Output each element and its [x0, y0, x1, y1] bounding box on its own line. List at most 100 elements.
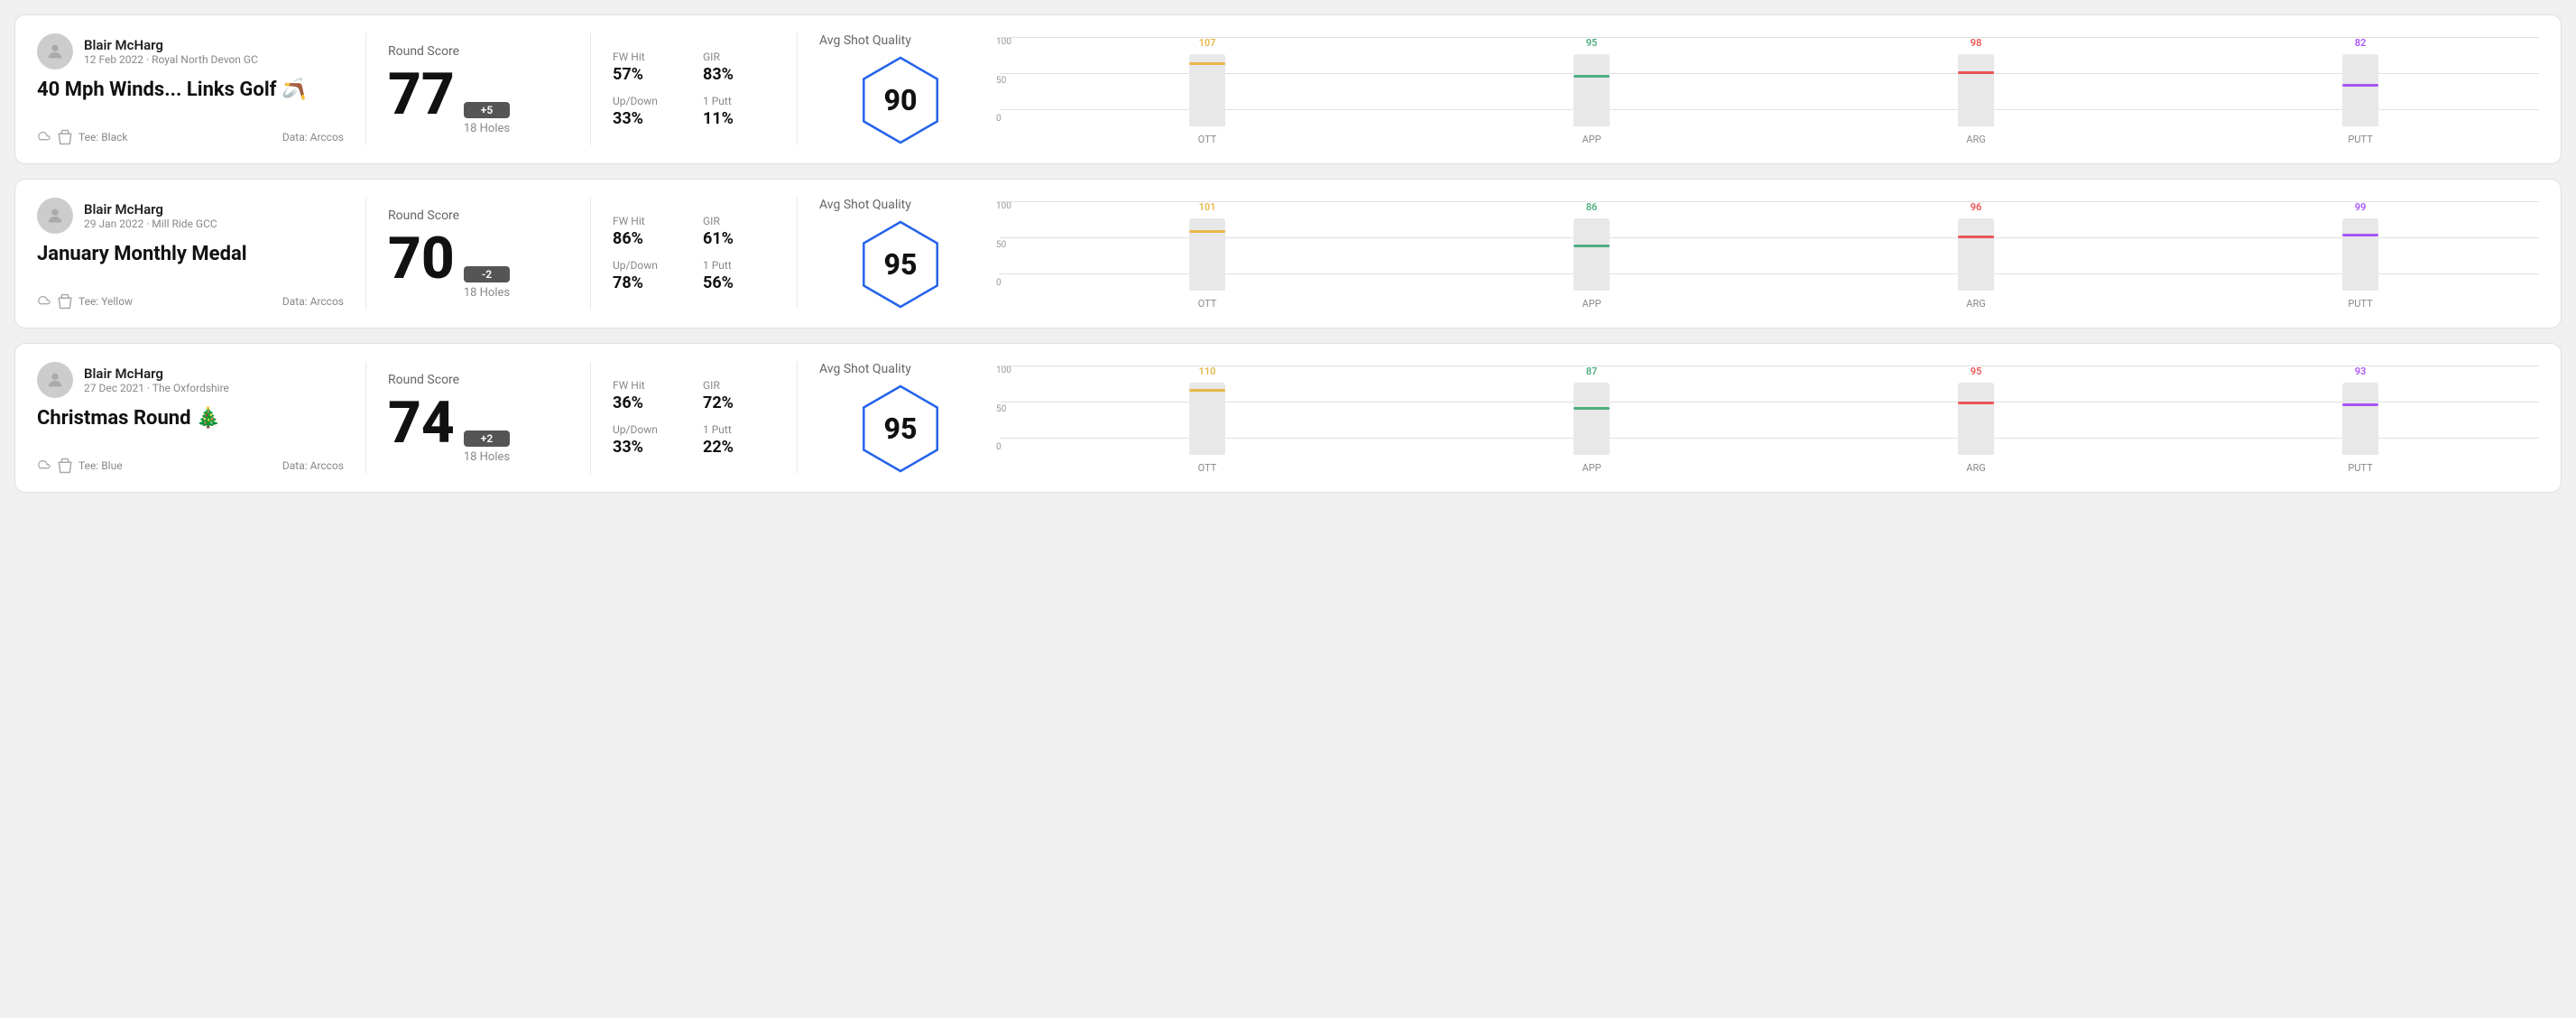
oneputt-label: 1 Putt: [703, 95, 775, 107]
score-row: 77 +5 18 Holes: [388, 66, 568, 135]
divider-2: [590, 33, 591, 145]
bar-x-label: APP: [1582, 462, 1601, 474]
score-section: Round Score 70 -2 18 Holes: [388, 198, 568, 310]
chart-bar-group-putt: 82 PUTT: [2182, 37, 2539, 145]
holes-label: 18 Holes: [464, 286, 510, 300]
chart-bar-group-putt: 99 PUTT: [2182, 201, 2539, 310]
bar-container: [1574, 383, 1610, 455]
oneputt-label: 1 Putt: [703, 259, 775, 272]
bar-top-value: 98: [1971, 37, 1982, 49]
hexagon-wrapper: 95: [855, 219, 946, 310]
round-score-label: Round Score: [388, 44, 568, 59]
fw-hit-label: FW Hit: [613, 51, 685, 63]
bar-container: [1189, 54, 1225, 126]
bar-x-label: APP: [1582, 298, 1601, 310]
bar-line: [1574, 245, 1610, 247]
updown-value: 78%: [613, 273, 685, 292]
gir-stat: GIR 61%: [703, 215, 775, 248]
y-label-0: 0: [996, 278, 1011, 288]
user-name: Blair McHarg: [84, 201, 217, 217]
score-badge: +2: [464, 430, 510, 447]
tee-info: Tee: Black: [37, 129, 127, 145]
bar-container: [1574, 218, 1610, 291]
bar-line: [1189, 230, 1225, 233]
updown-value: 33%: [613, 438, 685, 457]
updown-label: Up/Down: [613, 259, 685, 272]
round-title: 40 Mph Winds... Links Golf 🪃: [37, 79, 344, 101]
quality-section: Avg Shot Quality 95: [819, 198, 982, 310]
score-row: 74 +2 18 Holes: [388, 394, 568, 464]
round-score-label: Round Score: [388, 208, 568, 223]
gir-label: GIR: [703, 379, 775, 392]
score-meta: +2 18 Holes: [464, 430, 510, 464]
chart-section: 100 50 0 107 OTT 95: [982, 33, 2539, 145]
stats-section: FW Hit 36% GIR 72% Up/Down 33% 1 Putt 22…: [613, 362, 775, 474]
fw-hit-value: 57%: [613, 65, 685, 84]
oneputt-stat: 1 Putt 56%: [703, 259, 775, 292]
bar-x-label: ARG: [1966, 462, 1985, 474]
bar-container: [1574, 54, 1610, 126]
avatar: [37, 198, 73, 234]
bag-icon: [57, 458, 73, 474]
user-name: Blair McHarg: [84, 37, 258, 53]
quality-section: Avg Shot Quality 90: [819, 33, 982, 145]
y-label-50: 50: [996, 404, 1011, 414]
y-axis: 100 50 0: [996, 201, 1011, 288]
user-details: Blair McHarg 27 Dec 2021 · The Oxfordshi…: [84, 366, 229, 394]
bar-line: [1958, 236, 1994, 238]
y-axis: 100 50 0: [996, 37, 1011, 124]
y-label-100: 100: [996, 37, 1011, 47]
score-number: 77: [388, 66, 455, 124]
bar-x-label: PUTT: [2348, 462, 2372, 474]
hexagon-wrapper: 90: [855, 55, 946, 145]
chart-bar-group-app: 95 APP: [1413, 37, 1770, 145]
bar-top-value: 82: [2355, 37, 2367, 49]
bar-container: [2342, 54, 2378, 126]
fw-hit-stat: FW Hit 36%: [613, 379, 685, 412]
stats-section: FW Hit 57% GIR 83% Up/Down 33% 1 Putt 11…: [613, 33, 775, 145]
y-label-100: 100: [996, 201, 1011, 211]
bar-top-value: 86: [1586, 201, 1598, 213]
chart-bar-group-ott: 110 OTT: [1029, 366, 1386, 474]
gir-label: GIR: [703, 51, 775, 63]
chart-section: 100 50 0 101 OTT 86: [982, 198, 2539, 310]
bar-line: [1574, 407, 1610, 410]
score-section: Round Score 77 +5 18 Holes: [388, 33, 568, 145]
bar-x-label: OTT: [1198, 462, 1217, 474]
fw-hit-stat: FW Hit 86%: [613, 215, 685, 248]
avatar: [37, 33, 73, 69]
user-details: Blair McHarg 12 Feb 2022 · Royal North D…: [84, 37, 258, 66]
holes-label: 18 Holes: [464, 450, 510, 464]
round-left-section: Blair McHarg 12 Feb 2022 · Royal North D…: [37, 33, 344, 145]
bar-top-value: 95: [1586, 37, 1598, 49]
stats-grid: FW Hit 86% GIR 61% Up/Down 78% 1 Putt 56…: [613, 215, 775, 292]
fw-hit-label: FW Hit: [613, 215, 685, 227]
chart-section: 100 50 0 110 OTT 87: [982, 362, 2539, 474]
user-details: Blair McHarg 29 Jan 2022 · Mill Ride GCC: [84, 201, 217, 230]
bar-top-value: 95: [1971, 366, 1982, 377]
bar-top-value: 101: [1199, 201, 1216, 213]
divider-2: [590, 198, 591, 310]
score-row: 70 -2 18 Holes: [388, 230, 568, 300]
avg-shot-score: 95: [884, 412, 918, 446]
holes-label: 18 Holes: [464, 122, 510, 135]
score-number: 74: [388, 394, 455, 452]
fw-hit-stat: FW Hit 57%: [613, 51, 685, 84]
divider-1: [365, 198, 366, 310]
bar-x-label: PUTT: [2348, 298, 2372, 310]
bar-container: [1189, 383, 1225, 455]
chart-bar-group-ott: 101 OTT: [1029, 201, 1386, 310]
bar-line: [1958, 402, 1994, 404]
tee-info: Tee: Yellow: [37, 293, 133, 310]
y-axis: 100 50 0: [996, 366, 1011, 452]
round-card: Blair McHarg 27 Dec 2021 · The Oxfordshi…: [14, 343, 2562, 493]
tee-label: Tee: Black: [78, 131, 127, 143]
bar-chart: 110 OTT 87 APP 95 ARG 93: [1029, 366, 2539, 474]
bar-container: [1958, 218, 1994, 291]
bar-top-value: 87: [1586, 366, 1598, 377]
data-source: Data: Arccos: [282, 131, 344, 143]
stats-grid: FW Hit 57% GIR 83% Up/Down 33% 1 Putt 11…: [613, 51, 775, 128]
avg-shot-label: Avg Shot Quality: [819, 362, 911, 376]
avatar: [37, 362, 73, 398]
chart-bar-group-putt: 93 PUTT: [2182, 366, 2539, 474]
